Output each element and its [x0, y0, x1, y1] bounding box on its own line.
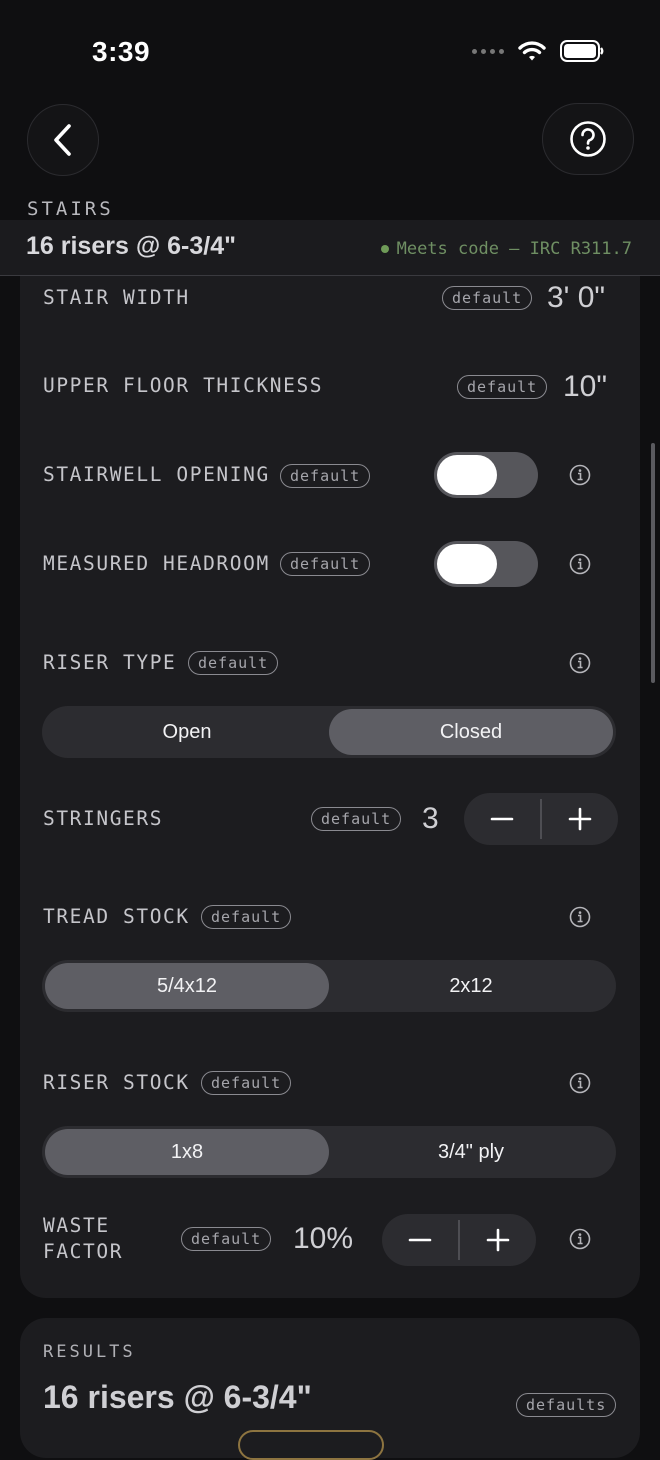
question-circle-icon [570, 121, 606, 157]
info-circle-icon[interactable] [569, 553, 591, 575]
summary-bar: 16 risers @ 6-3/4" Meets code — IRC R311… [0, 220, 660, 276]
tread-stock-default-tag: default [201, 905, 292, 929]
upper-floor-label: UPPER FLOOR THICKNESS [43, 374, 324, 397]
scrollbar[interactable] [651, 443, 655, 683]
riser-stock-segmented: 1x8 3/4" ply [42, 1126, 616, 1178]
results-defaults-tag: defaults [516, 1393, 617, 1417]
stringers-stepper [464, 793, 618, 845]
tread-stock-label: TREAD STOCK [43, 905, 190, 928]
stringers-default-tag: default [311, 807, 402, 831]
status-icons [472, 40, 604, 62]
riser-type-option-open[interactable]: Open [45, 709, 329, 755]
waste-factor-label-line1: WASTE [43, 1214, 110, 1237]
toggle-knob [437, 455, 497, 495]
riser-type-option-closed[interactable]: Closed [329, 709, 613, 755]
upper-floor-value[interactable]: 10" [563, 370, 607, 404]
stringers-value: 3 [422, 802, 439, 835]
stringers-decrement-button[interactable] [464, 793, 540, 845]
status-dot-icon [380, 245, 389, 253]
waste-factor-decrement-button[interactable] [382, 1214, 458, 1266]
cellular-signal-icon [472, 48, 504, 54]
stair-width-label: STAIR WIDTH [43, 286, 190, 309]
info-circle-icon[interactable] [569, 464, 591, 486]
riser-stock-option-3-4-ply[interactable]: 3/4" ply [329, 1129, 613, 1175]
chevron-left-icon [54, 124, 71, 156]
measured-headroom-toggle[interactable] [434, 541, 538, 587]
minus-icon [408, 1238, 432, 1242]
stair-width-default-tag: default [442, 286, 533, 310]
waste-factor-stepper [382, 1214, 536, 1266]
section-label: STAIRS [27, 198, 114, 220]
stringers-increment-button[interactable] [542, 793, 618, 845]
riser-stock-option-1x8[interactable]: 1x8 [45, 1129, 329, 1175]
riser-type-default-tag: default [188, 651, 279, 675]
stairwell-opening-default-tag: default [280, 464, 371, 488]
tread-stock-option-5-4x12[interactable]: 5/4x12 [45, 963, 329, 1009]
toggle-knob [437, 544, 497, 584]
riser-type-segmented: Open Closed [42, 706, 616, 758]
stringers-label: STRINGERS [43, 807, 164, 830]
code-status-text: Meets code — IRC R311.7 [396, 239, 632, 259]
stair-width-value[interactable]: 3' 0" [547, 281, 605, 315]
wifi-icon [518, 41, 546, 61]
riser-type-label: RISER TYPE [43, 651, 177, 674]
waste-factor-value: 10% [293, 1222, 354, 1255]
riser-stock-default-tag: default [201, 1071, 292, 1095]
plus-icon [486, 1228, 509, 1252]
tread-stock-segmented: 5/4x12 2x12 [42, 960, 616, 1012]
info-circle-icon[interactable] [569, 906, 591, 928]
measured-headroom-label: MEASURED HEADROOM [43, 552, 270, 575]
settings-card: STAIR WIDTH default 3' 0" UPPER FLOOR TH… [20, 276, 640, 1298]
stairwell-opening-label: STAIRWELL OPENING [43, 463, 270, 486]
battery-icon [560, 40, 604, 62]
results-card: RESULTS 16 risers @ 6-3/4" defaults [20, 1318, 640, 1460]
help-button[interactable] [542, 103, 634, 175]
back-button[interactable] [27, 104, 99, 176]
waste-factor-label-line2: FACTOR [43, 1240, 124, 1263]
stairwell-opening-toggle[interactable] [434, 452, 538, 498]
upper-floor-default-tag: default [457, 375, 548, 399]
summary-title: 16 risers @ 6-3/4" [26, 232, 236, 260]
plus-icon [568, 807, 591, 831]
tread-stock-option-2x12[interactable]: 2x12 [329, 963, 613, 1009]
code-status: Meets code — IRC R311.7 [380, 239, 632, 259]
waste-factor-default-tag: default [181, 1227, 272, 1251]
info-circle-icon[interactable] [569, 1072, 591, 1094]
measured-headroom-default-tag: default [280, 552, 371, 576]
info-circle-icon[interactable] [569, 652, 591, 674]
info-circle-icon[interactable] [569, 1228, 591, 1250]
waste-factor-increment-button[interactable] [460, 1214, 536, 1266]
minus-icon [490, 817, 514, 821]
status-time: 3:39 [92, 36, 151, 67]
riser-stock-label: RISER STOCK [43, 1071, 190, 1094]
results-label: RESULTS [43, 1342, 136, 1362]
results-title: 16 risers @ 6-3/4" [43, 1379, 312, 1415]
